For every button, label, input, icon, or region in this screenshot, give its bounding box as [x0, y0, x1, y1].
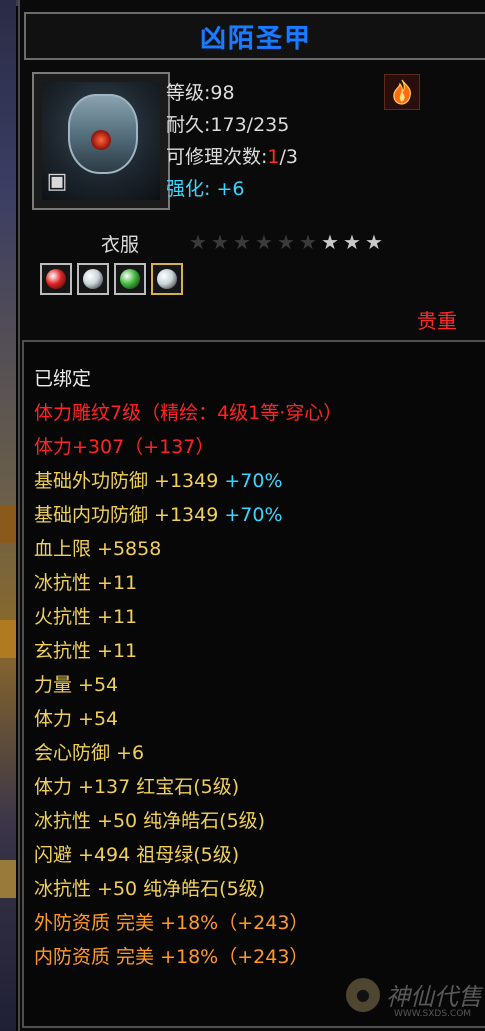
stat-line: 会心防御 +6 — [34, 736, 485, 770]
stat-text: 基础外功防御 +1349 — [34, 470, 219, 492]
item-name: 凶陌圣甲 — [199, 23, 312, 54]
stat-text: 闪避 +494 祖母绿(5级) — [34, 844, 240, 866]
star-icon: ★ — [321, 230, 339, 254]
item-stats-panel: 已绑定体力雕纹7级（精绘：4级1等·穿心） 体力+307（+137） 基础外功防御 … — [22, 340, 485, 1028]
gem-sockets — [40, 263, 183, 295]
stat-line: 基础外功防御 +1349 +70% — [34, 464, 485, 498]
red-gem-icon — [46, 269, 66, 289]
watermark-url: WWW.SXDS.COM — [394, 1009, 472, 1019]
star-icon: ★ — [365, 230, 383, 254]
stat-bonus: +70% — [218, 470, 283, 492]
stat-text: 已绑定 — [34, 368, 92, 390]
gem-socket[interactable] — [114, 263, 146, 295]
repair-total: /3 — [279, 146, 299, 168]
white-gem-icon — [83, 269, 103, 289]
stat-line: 基础内功防御 +1349 +70% — [34, 498, 485, 532]
scene-fragment — [0, 505, 16, 543]
watermark: ● 神仙代售 — [346, 977, 482, 1012]
scene-fragment — [0, 620, 16, 658]
fire-icon — [384, 74, 420, 110]
stat-line: 体力+307（+137） — [34, 430, 485, 464]
watermark-text: 神仙代售 — [386, 983, 482, 1011]
item-tooltip: 凶陌圣甲 ▣ 等级:98 耐久:173/235 可修理次数:1/3 强化: +6… — [18, 0, 485, 1031]
item-repair-count: 可修理次数:1/3 — [166, 141, 298, 173]
stat-text: 火抗性 +11 — [34, 606, 138, 628]
stat-line: 内防资质 完美 +18%（+243） — [34, 940, 485, 974]
stat-text: 血上限 +5858 — [34, 538, 162, 560]
stat-line: 体力 +54 — [34, 702, 485, 736]
background-game-scene — [0, 0, 16, 1031]
item-type: 衣服 — [101, 234, 140, 256]
star-icon: ★ — [343, 230, 361, 254]
stat-line: 力量 +54 — [34, 668, 485, 702]
item-level: 等级:98 — [166, 82, 235, 104]
lock-icon: ▣ — [46, 169, 68, 194]
stat-line: 已绑定 — [34, 362, 485, 396]
stat-text: 力量 +54 — [34, 674, 119, 696]
stat-text: 体力 +137 红宝石(5级) — [34, 776, 240, 798]
gem-socket[interactable] — [77, 263, 109, 295]
stat-line: 外防资质 完美 +18%（+243） — [34, 906, 485, 940]
star-icon: ★ — [299, 230, 317, 254]
item-enhance: 强化: +6 — [166, 178, 245, 200]
stat-text: 冰抗性 +11 — [34, 572, 138, 594]
star-rating: ★ ★ ★ ★ ★ ★ ★ ★ ★ — [188, 230, 384, 254]
stat-text: 玄抗性 +11 — [34, 640, 138, 662]
stat-line: 冰抗性 +50 纯净皓石(5级) — [34, 804, 485, 838]
stat-line: 血上限 +5858 — [34, 532, 485, 566]
stat-line: 玄抗性 +11 — [34, 634, 485, 668]
star-icon: ★ — [189, 230, 207, 254]
stat-text: 外防资质 完美 +18%（+243） — [34, 912, 309, 934]
stat-text: 体力雕纹7级（精绘：4级1等·穿心） — [34, 402, 343, 424]
stat-line: 体力 +137 红宝石(5级) — [34, 770, 485, 804]
stat-text: 体力 +54 — [34, 708, 119, 730]
star-icon: ★ — [233, 230, 251, 254]
repair-label: 可修理次数: — [166, 146, 268, 168]
stats-list: 已绑定体力雕纹7级（精绘：4级1等·穿心） 体力+307（+137） 基础外功防御 … — [24, 342, 485, 974]
white-gem-icon — [157, 269, 177, 289]
star-icon: ★ — [255, 230, 273, 254]
armor-mask-icon: ▣ — [42, 82, 160, 200]
item-basic-info: 等级:98 耐久:173/235 可修理次数:1/3 强化: +6 — [166, 77, 298, 205]
scene-fragment — [0, 860, 16, 898]
stat-text: 冰抗性 +50 纯净皓石(5级) — [34, 878, 266, 900]
item-title-bar: 凶陌圣甲 — [24, 12, 485, 60]
stat-text: 冰抗性 +50 纯净皓石(5级) — [34, 810, 266, 832]
gem-socket[interactable] — [40, 263, 72, 295]
gem-socket[interactable] — [151, 263, 183, 295]
stat-bonus: +70% — [218, 504, 283, 526]
repair-current: 1 — [267, 146, 280, 168]
item-rarity: 贵重 — [417, 309, 457, 333]
stat-text: 内防资质 完美 +18%（+243） — [34, 946, 309, 968]
item-durability: 耐久:173/235 — [166, 114, 290, 136]
stat-text: 基础内功防御 +1349 — [34, 504, 219, 526]
stat-line: 闪避 +494 祖母绿(5级) — [34, 838, 485, 872]
green-gem-icon — [120, 269, 140, 289]
stat-text: 会心防御 +6 — [34, 742, 145, 764]
stat-text: 体力+307（+137） — [34, 436, 215, 458]
mascot-logo: ● — [346, 977, 380, 1012]
stat-line: 冰抗性 +11 — [34, 566, 485, 600]
star-icon: ★ — [277, 230, 295, 254]
item-icon-frame[interactable]: ▣ — [32, 72, 170, 210]
stat-line: 冰抗性 +50 纯净皓石(5级) — [34, 872, 485, 906]
star-icon: ★ — [211, 230, 229, 254]
stat-line: 火抗性 +11 — [34, 600, 485, 634]
stat-line: 体力雕纹7级（精绘：4级1等·穿心） — [34, 396, 485, 430]
